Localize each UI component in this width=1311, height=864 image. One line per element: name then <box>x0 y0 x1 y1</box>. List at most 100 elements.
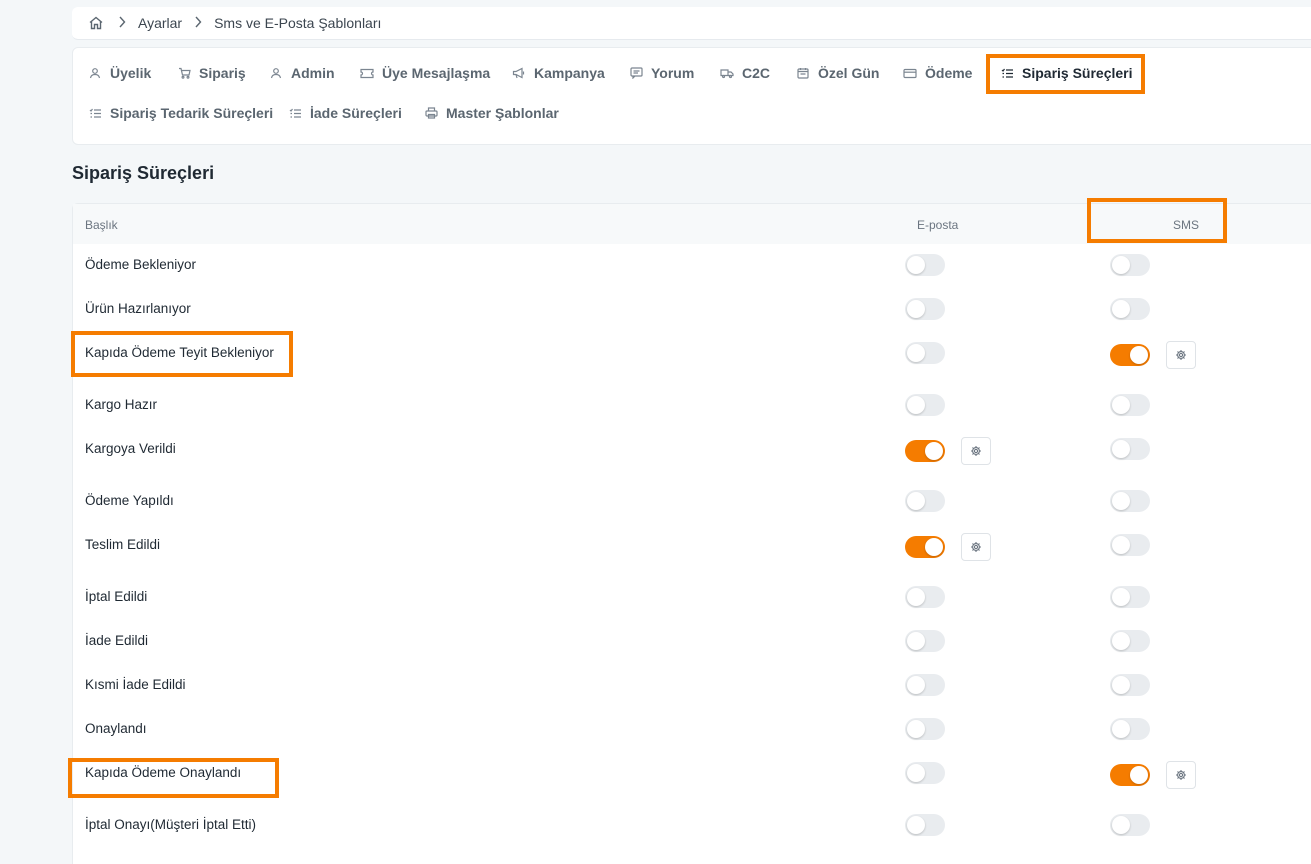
tab-ozel-gun[interactable]: Özel Gün <box>796 60 879 86</box>
breadcrumb: Ayarlar Sms ve E-Posta Şablonları <box>72 7 1311 40</box>
sms-toggle[interactable] <box>1110 764 1150 786</box>
toggle-knob <box>907 676 925 694</box>
tab-odeme[interactable]: Ödeme <box>903 60 972 86</box>
toggle-knob <box>907 492 925 510</box>
tab-uye-mesajlasma[interactable]: Üye Mesajlaşma <box>360 60 490 86</box>
tab-label: Kampanya <box>534 65 605 81</box>
email-settings-button[interactable] <box>961 533 991 561</box>
sms-toggle[interactable] <box>1110 586 1150 608</box>
email-toggle[interactable] <box>905 342 945 364</box>
email-toggle[interactable] <box>905 718 945 740</box>
tab-label: Admin <box>291 65 335 81</box>
sms-toggle[interactable] <box>1110 490 1150 512</box>
tab-c2c[interactable]: C2C <box>720 60 770 86</box>
toggle-knob <box>1112 492 1130 510</box>
email-toggle[interactable] <box>905 814 945 836</box>
toggle-knob <box>925 538 943 556</box>
email-toggle[interactable] <box>905 674 945 696</box>
toggle-knob <box>1112 536 1130 554</box>
sms-toggle[interactable] <box>1110 674 1150 696</box>
sms-toggle[interactable] <box>1110 254 1150 276</box>
toggle-knob <box>907 344 925 362</box>
tab-siparis[interactable]: Sipariş <box>177 60 246 86</box>
section-title: Sipariş Süreçleri <box>72 163 215 183</box>
email-toggle[interactable] <box>905 394 945 416</box>
tab-siparis-tedarik-surecleri[interactable]: Sipariş Tedarik Süreçleri <box>88 100 273 126</box>
toggle-knob <box>1112 632 1130 650</box>
row-label: Kısmi İade Edildi <box>85 677 186 692</box>
toggle-knob <box>1112 720 1130 738</box>
sms-settings-button[interactable] <box>1166 341 1196 369</box>
toggle-knob <box>1112 588 1130 606</box>
gear-icon <box>970 445 982 457</box>
breadcrumb-item-settings[interactable]: Ayarlar <box>138 15 182 31</box>
sms-toggle[interactable] <box>1110 630 1150 652</box>
email-toggle[interactable] <box>905 440 945 462</box>
sms-toggle[interactable] <box>1110 814 1150 836</box>
email-toggle[interactable] <box>905 536 945 558</box>
row-label: İade Edildi <box>85 633 149 648</box>
column-header-title: Başlık <box>85 218 118 232</box>
row-label: Kargo Hazır <box>85 397 158 412</box>
chevron-right-icon <box>118 15 126 31</box>
sms-toggle[interactable] <box>1110 298 1150 320</box>
tab-kampanya[interactable]: Kampanya <box>512 60 605 86</box>
tab-admin[interactable]: Admin <box>269 60 335 86</box>
active-tab-highlight <box>986 54 1145 94</box>
tab-label: Üyelik <box>110 65 152 81</box>
tab-uyelik[interactable]: Üyelik <box>88 60 151 86</box>
row-highlight <box>68 758 279 798</box>
email-toggle[interactable] <box>905 630 945 652</box>
toggle-knob <box>1112 440 1130 458</box>
tab-label: Üye Mesajlaşma <box>382 65 491 81</box>
megaphone-icon <box>512 66 526 80</box>
tab-label: Özel Gün <box>818 65 880 81</box>
tab-label: Master Şablonlar <box>446 105 559 121</box>
tab-label: Sipariş <box>199 65 246 81</box>
row-label: İptal Edildi <box>85 589 148 604</box>
list-check-icon <box>288 106 302 120</box>
row-highlight <box>71 331 293 377</box>
sms-toggle[interactable] <box>1110 344 1150 366</box>
tab-master-sablonlar[interactable]: Master Şablonlar <box>424 100 559 126</box>
toggle-knob <box>1112 816 1130 834</box>
email-settings-button[interactable] <box>961 437 991 465</box>
toggle-knob <box>907 632 925 650</box>
sms-toggle[interactable] <box>1110 394 1150 416</box>
toggle-knob <box>907 720 925 738</box>
sms-toggle[interactable] <box>1110 718 1150 740</box>
calendar-icon <box>796 66 810 80</box>
email-toggle[interactable] <box>905 586 945 608</box>
row-label: Ödeme Bekleniyor <box>85 257 197 272</box>
truck-icon <box>720 66 734 80</box>
gear-icon <box>1175 349 1187 361</box>
toggle-knob <box>925 442 943 460</box>
cart-icon <box>177 66 191 80</box>
toggle-knob <box>1112 396 1130 414</box>
toggle-knob <box>907 764 925 782</box>
email-toggle[interactable] <box>905 298 945 320</box>
tab-iade-surecleri[interactable]: İade Süreçleri <box>288 100 402 126</box>
email-toggle[interactable] <box>905 762 945 784</box>
row-label: İptal Onayı(Müşteri İptal Etti) <box>85 817 257 832</box>
sms-column-highlight <box>1087 198 1227 243</box>
chevron-right-icon <box>194 15 202 31</box>
toggle-knob <box>907 588 925 606</box>
gear-icon <box>970 541 982 553</box>
row-label: Ödeme Yapıldı <box>85 493 174 508</box>
tab-label: Sipariş Tedarik Süreçleri <box>110 105 274 121</box>
home-icon[interactable] <box>88 14 106 32</box>
list-check-icon <box>88 106 102 120</box>
tab-yorum[interactable]: Yorum <box>629 60 694 86</box>
sms-settings-button[interactable] <box>1166 761 1196 789</box>
tab-label: İade Süreçleri <box>310 105 402 121</box>
row-label: Ürün Hazırlanıyor <box>85 301 191 316</box>
email-toggle[interactable] <box>905 254 945 276</box>
row-label: Kargoya Verildi <box>85 441 176 456</box>
sms-toggle[interactable] <box>1110 534 1150 556</box>
sms-toggle[interactable] <box>1110 438 1150 460</box>
email-toggle[interactable] <box>905 490 945 512</box>
comment-icon <box>629 66 643 80</box>
toggle-knob <box>1130 346 1148 364</box>
toggle-knob <box>1112 256 1130 274</box>
